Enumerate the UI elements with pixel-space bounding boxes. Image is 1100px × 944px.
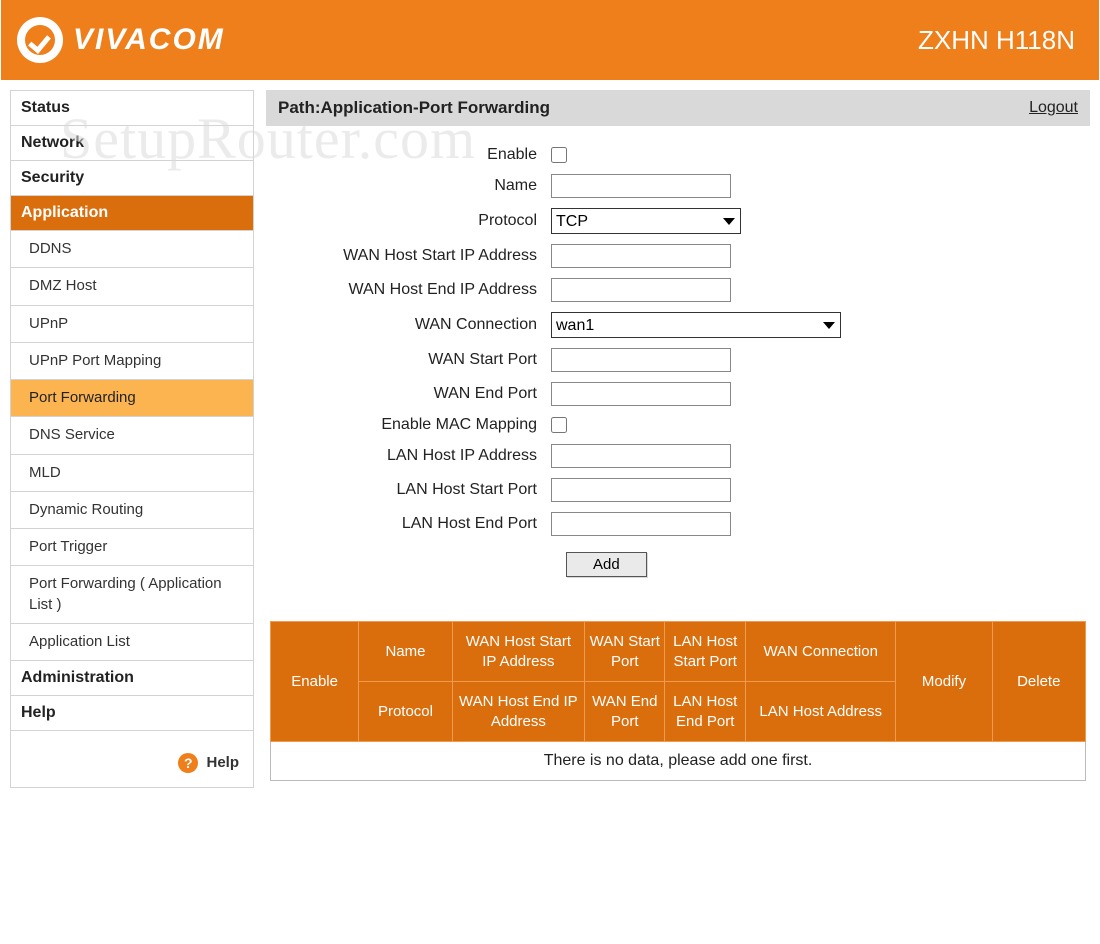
- sidebar-item-port-trigger[interactable]: Port Trigger: [11, 529, 253, 566]
- th-protocol: Protocol: [359, 682, 452, 742]
- sidebar-item-dns-service[interactable]: DNS Service: [11, 417, 253, 454]
- add-button[interactable]: Add: [566, 552, 647, 577]
- logo: VIVACOM: [17, 17, 225, 63]
- sidebar-item-security[interactable]: Security: [11, 161, 253, 196]
- label-lan-start-port: LAN Host Start Port: [276, 481, 551, 499]
- label-name: Name: [276, 177, 551, 195]
- sidebar-item-ddns[interactable]: DDNS: [11, 231, 253, 268]
- help-link[interactable]: ? Help: [11, 731, 253, 787]
- th-delete: Delete: [992, 622, 1086, 742]
- sidebar-item-upnp[interactable]: UPnP: [11, 306, 253, 343]
- th-lan-address: LAN Host Address: [745, 682, 896, 742]
- path-bar: Path:Application-Port Forwarding Logout: [266, 90, 1090, 126]
- label-wan-start-port: WAN Start Port: [276, 351, 551, 369]
- label-wan-start-ip: WAN Host Start IP Address: [276, 247, 551, 265]
- sidebar-item-mld[interactable]: MLD: [11, 455, 253, 492]
- th-wan-end-ip: WAN Host End IP Address: [452, 682, 584, 742]
- label-lan-ip: LAN Host IP Address: [276, 447, 551, 465]
- lan-host-end-port-input[interactable]: [551, 512, 731, 536]
- sidebar-item-network[interactable]: Network: [11, 126, 253, 161]
- label-enable: Enable: [276, 146, 551, 164]
- lan-host-start-port-input[interactable]: [551, 478, 731, 502]
- label-wan-end-port: WAN End Port: [276, 385, 551, 403]
- sidebar-item-upnp-port-mapping[interactable]: UPnP Port Mapping: [11, 343, 253, 380]
- th-lan-start-port: LAN Host Start Port: [665, 622, 745, 682]
- sidebar-item-application-list[interactable]: Application List: [11, 624, 253, 661]
- label-wan-end-ip: WAN Host End IP Address: [276, 281, 551, 299]
- label-mac-mapping: Enable MAC Mapping: [276, 416, 551, 434]
- name-input[interactable]: [551, 174, 731, 198]
- rules-table: Enable Name WAN Host Start IP Address WA…: [270, 621, 1086, 781]
- protocol-select[interactable]: TCP: [551, 208, 741, 234]
- sidebar-item-dynamic-routing[interactable]: Dynamic Routing: [11, 492, 253, 529]
- th-wan-connection: WAN Connection: [745, 622, 896, 682]
- logout-link[interactable]: Logout: [1029, 99, 1078, 117]
- th-wan-end-port: WAN End Port: [585, 682, 665, 742]
- help-label: Help: [206, 754, 239, 771]
- mac-mapping-checkbox[interactable]: [551, 417, 567, 433]
- enable-checkbox[interactable]: [551, 147, 567, 163]
- sidebar-item-help[interactable]: Help: [11, 696, 253, 731]
- sidebar-item-status[interactable]: Status: [11, 91, 253, 126]
- help-icon: ?: [178, 753, 198, 773]
- sidebar-item-dmz-host[interactable]: DMZ Host: [11, 268, 253, 305]
- content: Path:Application-Port Forwarding Logout …: [266, 90, 1090, 788]
- sidebar-item-administration[interactable]: Administration: [11, 661, 253, 696]
- logo-check-icon: [25, 25, 55, 55]
- th-wan-start-ip: WAN Host Start IP Address: [452, 622, 584, 682]
- th-name: Name: [359, 622, 452, 682]
- model-name: ZXHN H118N: [918, 25, 1075, 56]
- header: VIVACOM ZXHN H118N: [0, 0, 1100, 80]
- th-wan-start-port: WAN Start Port: [585, 622, 665, 682]
- label-lan-end-port: LAN Host End Port: [276, 515, 551, 533]
- sidebar-item-port-forwarding[interactable]: Port Forwarding: [11, 380, 253, 417]
- wan-connection-select[interactable]: wan1: [551, 312, 841, 338]
- lan-host-ip-input[interactable]: [551, 444, 731, 468]
- th-enable: Enable: [271, 622, 359, 742]
- brand-name: VIVACOM: [73, 23, 225, 57]
- table-empty-message: There is no data, please add one first.: [271, 742, 1086, 781]
- wan-host-start-ip-input[interactable]: [551, 244, 731, 268]
- th-modify: Modify: [896, 622, 992, 742]
- logo-icon: [17, 17, 63, 63]
- wan-start-port-input[interactable]: [551, 348, 731, 372]
- form-area: Enable Name Protocol TCP WAN Host Start …: [266, 126, 1090, 597]
- th-lan-end-port: LAN Host End Port: [665, 682, 745, 742]
- label-wan-connection: WAN Connection: [276, 316, 551, 334]
- breadcrumb: Path:Application-Port Forwarding: [278, 98, 550, 118]
- wan-host-end-ip-input[interactable]: [551, 278, 731, 302]
- sidebar: Status Network Security Application DDNS…: [10, 90, 254, 788]
- sidebar-item-port-forwarding-app-list[interactable]: Port Forwarding ( Application List ): [11, 566, 253, 624]
- wan-end-port-input[interactable]: [551, 382, 731, 406]
- sidebar-item-application[interactable]: Application: [11, 196, 253, 231]
- label-protocol: Protocol: [276, 212, 551, 230]
